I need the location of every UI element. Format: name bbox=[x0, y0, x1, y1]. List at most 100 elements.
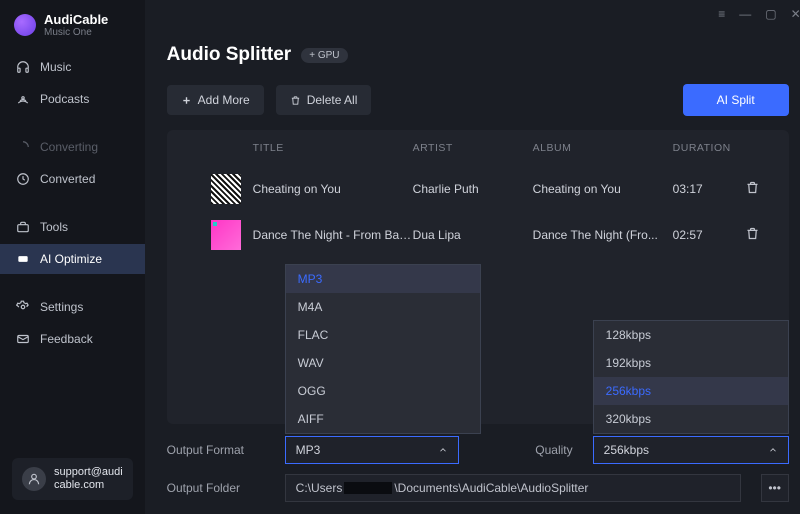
brand-text: AudiCable Music One bbox=[44, 12, 108, 38]
sidebar: AudiCable Music One Music Podcasts Conve… bbox=[0, 0, 145, 514]
output-format-row: Output Format MP3 M4A FLAC WAV OGG AIFF … bbox=[167, 436, 789, 464]
support-line2: cable.com bbox=[54, 479, 123, 492]
format-option[interactable]: AIFF bbox=[286, 405, 480, 433]
nav-converted[interactable]: Converted bbox=[0, 164, 145, 194]
maximize-icon[interactable]: ▢ bbox=[765, 7, 776, 21]
nav-tools[interactable]: Tools bbox=[0, 212, 145, 242]
trash-icon bbox=[290, 95, 301, 106]
format-option[interactable]: MP3 bbox=[286, 265, 480, 293]
cell-artist: Dua Lipa bbox=[413, 228, 533, 242]
folder-suffix: \Documents\AudiCable\AudioSplitter bbox=[394, 481, 588, 495]
ai-icon bbox=[16, 252, 30, 266]
chevron-up-icon bbox=[438, 445, 448, 455]
cell-album: Dance The Night (Fro... bbox=[533, 228, 673, 242]
add-more-label: Add More bbox=[198, 93, 250, 107]
minimize-icon[interactable]: — bbox=[739, 7, 751, 21]
col-album: ALBUM bbox=[533, 142, 673, 154]
delete-all-button[interactable]: Delete All bbox=[276, 85, 372, 115]
nav-label: Music bbox=[40, 60, 71, 74]
quality-option[interactable]: 320kbps bbox=[594, 405, 788, 433]
nav-podcasts[interactable]: Podcasts bbox=[0, 84, 145, 114]
user-icon bbox=[22, 467, 46, 491]
nav-music[interactable]: Music bbox=[0, 52, 145, 82]
close-icon[interactable]: ✕ bbox=[791, 7, 800, 21]
output-folder-row: Output Folder C:\Users\Documents\AudiCab… bbox=[167, 474, 789, 502]
delete-row-button[interactable] bbox=[745, 180, 781, 198]
gpu-badge: + GPU bbox=[301, 48, 347, 63]
cell-title: Dance The Night - From Barb... bbox=[253, 228, 413, 242]
nav-ai-optimize[interactable]: AI Optimize bbox=[0, 244, 145, 274]
col-duration: DURATION bbox=[673, 142, 745, 154]
format-option[interactable]: FLAC bbox=[286, 321, 480, 349]
header-row: Audio Splitter + GPU bbox=[167, 44, 789, 66]
quality-dropdown: 128kbps 192kbps 256kbps 320kbps bbox=[593, 320, 789, 434]
format-dropdown: MP3 M4A FLAC WAV OGG AIFF bbox=[285, 264, 481, 434]
brand: AudiCable Music One bbox=[0, 12, 145, 52]
quality-value: 256kbps bbox=[604, 443, 649, 457]
page-title: Audio Splitter bbox=[167, 44, 292, 66]
nav-label: Converting bbox=[40, 140, 98, 154]
format-option[interactable]: OGG bbox=[286, 377, 480, 405]
ai-split-button[interactable]: AI Split bbox=[683, 84, 789, 116]
quality-option[interactable]: 128kbps bbox=[594, 321, 788, 349]
format-option[interactable]: WAV bbox=[286, 349, 480, 377]
folder-prefix: C:\Users bbox=[296, 481, 343, 495]
trash-icon bbox=[745, 226, 760, 241]
nav-label: Tools bbox=[40, 220, 68, 234]
nav-converting[interactable]: Converting bbox=[0, 132, 145, 162]
quality-select-box[interactable]: 256kbps bbox=[593, 436, 789, 464]
delete-row-button[interactable] bbox=[745, 226, 781, 244]
menu-icon[interactable]: ≡ bbox=[718, 7, 725, 21]
col-artist: ARTIST bbox=[413, 142, 533, 154]
add-more-button[interactable]: Add More bbox=[167, 85, 264, 115]
cell-album: Cheating on You bbox=[533, 182, 673, 196]
cell-title: Cheating on You bbox=[253, 182, 413, 196]
format-select-box[interactable]: MP3 bbox=[285, 436, 459, 464]
brand-name: AudiCable bbox=[44, 12, 108, 27]
action-row: Add More Delete All AI Split bbox=[167, 84, 789, 116]
output-format-label: Output Format bbox=[167, 443, 265, 457]
nav-feedback[interactable]: Feedback bbox=[0, 324, 145, 354]
ai-split-label: AI Split bbox=[717, 93, 755, 107]
cover-art bbox=[211, 174, 241, 204]
podcast-icon bbox=[16, 92, 30, 106]
nav-label: Settings bbox=[40, 300, 83, 314]
nav-label: Podcasts bbox=[40, 92, 89, 106]
spinner-icon bbox=[16, 140, 30, 154]
clock-icon bbox=[16, 172, 30, 186]
toolbox-icon bbox=[16, 220, 30, 234]
nav-label: AI Optimize bbox=[40, 252, 102, 266]
headphones-icon bbox=[16, 60, 30, 74]
footer: Output Format MP3 M4A FLAC WAV OGG AIFF … bbox=[167, 436, 789, 502]
format-option[interactable]: M4A bbox=[286, 293, 480, 321]
cell-duration: 02:57 bbox=[673, 228, 745, 242]
quality-option[interactable]: 192kbps bbox=[594, 349, 788, 377]
gear-icon bbox=[16, 300, 30, 314]
table-row[interactable]: Cheating on You Charlie Puth Cheating on… bbox=[167, 166, 789, 212]
output-format-select[interactable]: MP3 M4A FLAC WAV OGG AIFF MP3 bbox=[285, 436, 459, 464]
redacted-segment bbox=[344, 482, 392, 494]
cell-duration: 03:17 bbox=[673, 182, 745, 196]
table-row[interactable]: Dance The Night - From Barb... Dua Lipa … bbox=[167, 212, 789, 258]
table-header: TITLE ARTIST ALBUM DURATION bbox=[167, 130, 789, 166]
brand-icon bbox=[14, 14, 36, 36]
format-value: MP3 bbox=[296, 443, 321, 457]
nav-settings[interactable]: Settings bbox=[0, 292, 145, 322]
quality-select[interactable]: 128kbps 192kbps 256kbps 320kbps 256kbps bbox=[593, 436, 789, 464]
delete-all-label: Delete All bbox=[307, 93, 358, 107]
support-line1: support@audi bbox=[54, 466, 123, 479]
nav-label: Feedback bbox=[40, 332, 93, 346]
titlebar: ≡ — ▢ ✕ bbox=[145, 0, 800, 28]
support-text: support@audi cable.com bbox=[54, 466, 123, 492]
quality-label: Quality bbox=[535, 443, 572, 457]
browse-folder-button[interactable]: ••• bbox=[761, 474, 789, 502]
cover-art bbox=[211, 220, 241, 250]
cell-artist: Charlie Puth bbox=[413, 182, 533, 196]
plus-icon bbox=[181, 95, 192, 106]
output-folder-field[interactable]: C:\Users \Documents\AudiCable\AudioSplitt… bbox=[285, 474, 741, 502]
content: Audio Splitter + GPU Add More Delete All… bbox=[145, 28, 800, 514]
quality-option[interactable]: 256kbps bbox=[594, 377, 788, 405]
col-title: TITLE bbox=[253, 142, 413, 154]
trash-icon bbox=[745, 180, 760, 195]
support-pill[interactable]: support@audi cable.com bbox=[12, 458, 133, 500]
